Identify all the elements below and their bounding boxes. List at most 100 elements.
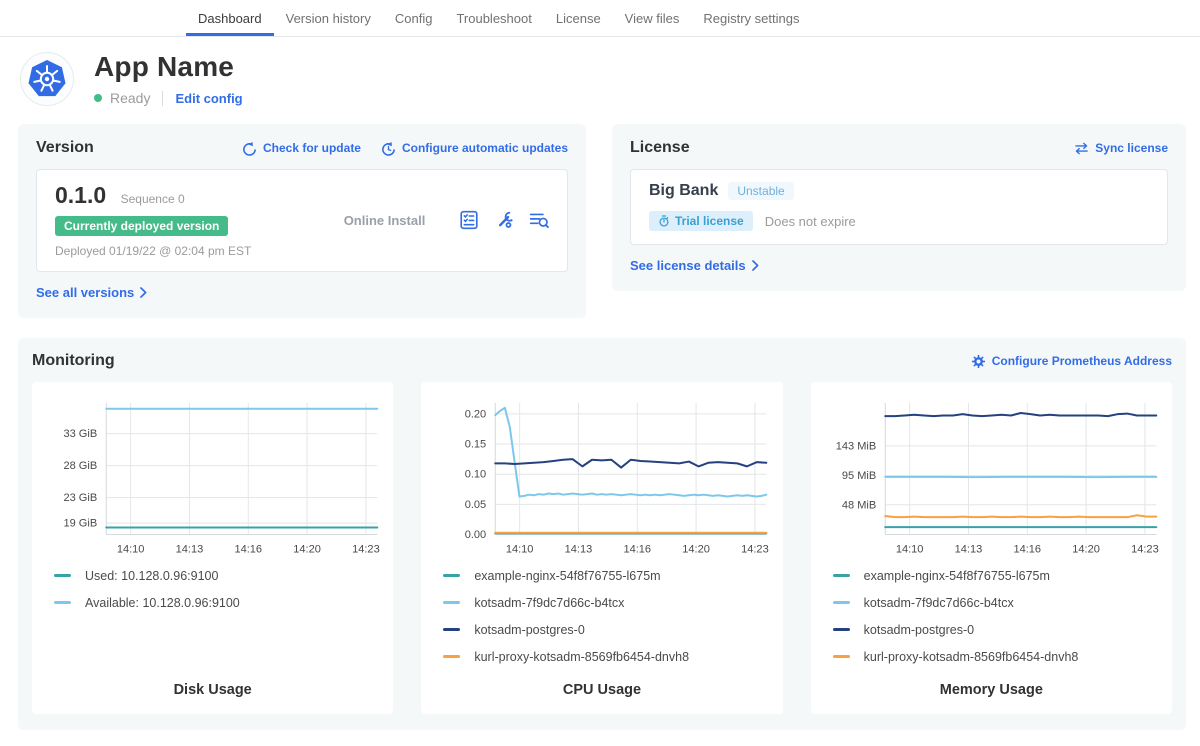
legend-swatch-icon bbox=[833, 574, 850, 577]
check-for-update-link[interactable]: Check for update bbox=[242, 141, 361, 156]
deployed-timestamp: Deployed 01/19/22 @ 02:04 pm EST bbox=[55, 244, 310, 258]
customer-name: Big Bank bbox=[649, 182, 718, 200]
legend-label: kotsadm-7f9dc7d66c-b4tcx bbox=[864, 596, 1014, 610]
svg-text:14:10: 14:10 bbox=[896, 544, 924, 556]
sync-license-link[interactable]: Sync license bbox=[1074, 141, 1168, 155]
legend-item: Used: 10.128.0.96:9100 bbox=[54, 569, 383, 583]
chevron-right-icon bbox=[752, 260, 759, 271]
legend-item: kurl-proxy-kotsadm-8569fb6454-dnvh8 bbox=[443, 650, 772, 664]
disk-usage-chart: 33 GiB28 GiB23 GiB19 GiB14:1014:1314:161… bbox=[42, 394, 383, 561]
status-dot-icon bbox=[94, 94, 102, 102]
svg-text:33 GiB: 33 GiB bbox=[63, 428, 97, 440]
top-nav: Dashboard Version history Config Trouble… bbox=[0, 0, 1200, 37]
page-title: App Name bbox=[94, 51, 243, 83]
configure-prometheus-link[interactable]: Configure Prometheus Address bbox=[971, 354, 1172, 369]
tab-config[interactable]: Config bbox=[383, 0, 445, 36]
svg-text:23 GiB: 23 GiB bbox=[63, 492, 97, 504]
svg-text:0.05: 0.05 bbox=[465, 499, 486, 511]
scheduled-update-icon bbox=[381, 141, 396, 156]
legend-item: example-nginx-54f8f76755-l675m bbox=[443, 569, 772, 583]
legend-swatch-icon bbox=[443, 601, 460, 604]
svg-text:19 GiB: 19 GiB bbox=[63, 518, 97, 530]
preflight-checks-icon[interactable] bbox=[459, 210, 479, 230]
sync-icon bbox=[1074, 142, 1089, 155]
legend-label: kotsadm-postgres-0 bbox=[474, 623, 584, 637]
license-title: License bbox=[630, 139, 690, 157]
legend-label: example-nginx-54f8f76755-l675m bbox=[864, 569, 1050, 583]
see-all-versions-link[interactable]: See all versions bbox=[36, 285, 147, 300]
svg-text:14:10: 14:10 bbox=[506, 544, 534, 556]
svg-text:14:13: 14:13 bbox=[954, 544, 982, 556]
license-details-card: Big Bank Unstable Trial license Do bbox=[630, 169, 1168, 245]
svg-text:14:16: 14:16 bbox=[234, 544, 262, 556]
version-card: Version Check for update bbox=[18, 124, 586, 318]
app-logo bbox=[20, 52, 74, 106]
chart-line bbox=[496, 459, 767, 467]
tab-troubleshoot[interactable]: Troubleshoot bbox=[444, 0, 543, 36]
tab-dashboard[interactable]: Dashboard bbox=[186, 0, 274, 36]
tab-registry-settings[interactable]: Registry settings bbox=[691, 0, 811, 36]
chart-title: CPU Usage bbox=[431, 682, 772, 702]
license-card: License Sync license Big Bank Unstable bbox=[612, 124, 1186, 291]
svg-text:14:20: 14:20 bbox=[293, 544, 321, 556]
legend-item: kotsadm-7f9dc7d66c-b4tcx bbox=[833, 596, 1162, 610]
svg-text:143 MiB: 143 MiB bbox=[835, 440, 875, 452]
legend-label: example-nginx-54f8f76755-l675m bbox=[474, 569, 660, 583]
svg-text:14:20: 14:20 bbox=[683, 544, 711, 556]
chart-legend: example-nginx-54f8f76755-l675m kotsadm-7f… bbox=[443, 569, 772, 677]
app-header: App Name Ready Edit config bbox=[0, 37, 1200, 112]
configure-automatic-updates-link[interactable]: Configure automatic updates bbox=[381, 141, 568, 156]
gear-icon bbox=[971, 354, 986, 369]
license-type-badge: Trial license bbox=[649, 211, 753, 231]
svg-text:14:20: 14:20 bbox=[1072, 544, 1100, 556]
license-expiry: Does not expire bbox=[765, 214, 856, 229]
chart-legend: Used: 10.128.0.96:9100 Available: 10.128.… bbox=[54, 569, 383, 623]
refresh-icon bbox=[242, 141, 257, 156]
svg-text:0.00: 0.00 bbox=[465, 529, 486, 541]
divider bbox=[162, 91, 163, 106]
channel-badge: Unstable bbox=[728, 182, 793, 200]
legend-label: Available: 10.128.0.96:9100 bbox=[85, 596, 240, 610]
legend-label: kotsadm-postgres-0 bbox=[864, 623, 974, 637]
legend-item: kotsadm-7f9dc7d66c-b4tcx bbox=[443, 596, 772, 610]
monitoring-section: Monitoring Configure Prometheus Address … bbox=[18, 338, 1186, 730]
legend-item: kotsadm-postgres-0 bbox=[443, 623, 772, 637]
app-status: Ready bbox=[110, 90, 150, 106]
legend-swatch-icon bbox=[833, 601, 850, 604]
legend-label: Used: 10.128.0.96:9100 bbox=[85, 569, 218, 583]
svg-text:14:13: 14:13 bbox=[565, 544, 593, 556]
tab-view-files[interactable]: View files bbox=[613, 0, 692, 36]
svg-text:0.20: 0.20 bbox=[465, 408, 486, 420]
view-logs-icon[interactable] bbox=[529, 210, 549, 230]
legend-swatch-icon bbox=[443, 655, 460, 658]
current-version-card: 0.1.0 Sequence 0 Currently deployed vers… bbox=[36, 169, 568, 272]
monitoring-title: Monitoring bbox=[32, 352, 115, 370]
edit-config-tools-icon[interactable] bbox=[494, 210, 514, 230]
chart-title: Memory Usage bbox=[821, 682, 1162, 702]
legend-swatch-icon bbox=[54, 574, 71, 577]
see-license-details-link[interactable]: See license details bbox=[630, 258, 759, 273]
tab-version-history[interactable]: Version history bbox=[274, 0, 383, 36]
legend-item: kurl-proxy-kotsadm-8569fb6454-dnvh8 bbox=[833, 650, 1162, 664]
svg-text:0.10: 0.10 bbox=[465, 469, 486, 481]
svg-text:14:23: 14:23 bbox=[352, 544, 380, 556]
svg-text:14:23: 14:23 bbox=[741, 544, 769, 556]
legend-item: Available: 10.128.0.96:9100 bbox=[54, 596, 383, 610]
chart-line bbox=[496, 408, 767, 497]
chevron-right-icon bbox=[140, 287, 147, 298]
svg-text:14:16: 14:16 bbox=[624, 544, 652, 556]
legend-swatch-icon bbox=[443, 574, 460, 577]
legend-item: kotsadm-postgres-0 bbox=[833, 623, 1162, 637]
legend-label: kurl-proxy-kotsadm-8569fb6454-dnvh8 bbox=[474, 650, 689, 664]
svg-text:14:10: 14:10 bbox=[117, 544, 145, 556]
legend-swatch-icon bbox=[443, 628, 460, 631]
version-title: Version bbox=[36, 139, 94, 157]
charts-row: 33 GiB28 GiB23 GiB19 GiB14:1014:1314:161… bbox=[32, 382, 1172, 714]
tab-license[interactable]: License bbox=[544, 0, 613, 36]
legend-swatch-icon bbox=[54, 601, 71, 604]
edit-config-link[interactable]: Edit config bbox=[175, 91, 242, 106]
chart-title: Disk Usage bbox=[42, 682, 383, 702]
svg-text:48 MiB: 48 MiB bbox=[842, 499, 876, 511]
deployed-badge: Currently deployed version bbox=[55, 216, 228, 236]
legend-swatch-icon bbox=[833, 628, 850, 631]
